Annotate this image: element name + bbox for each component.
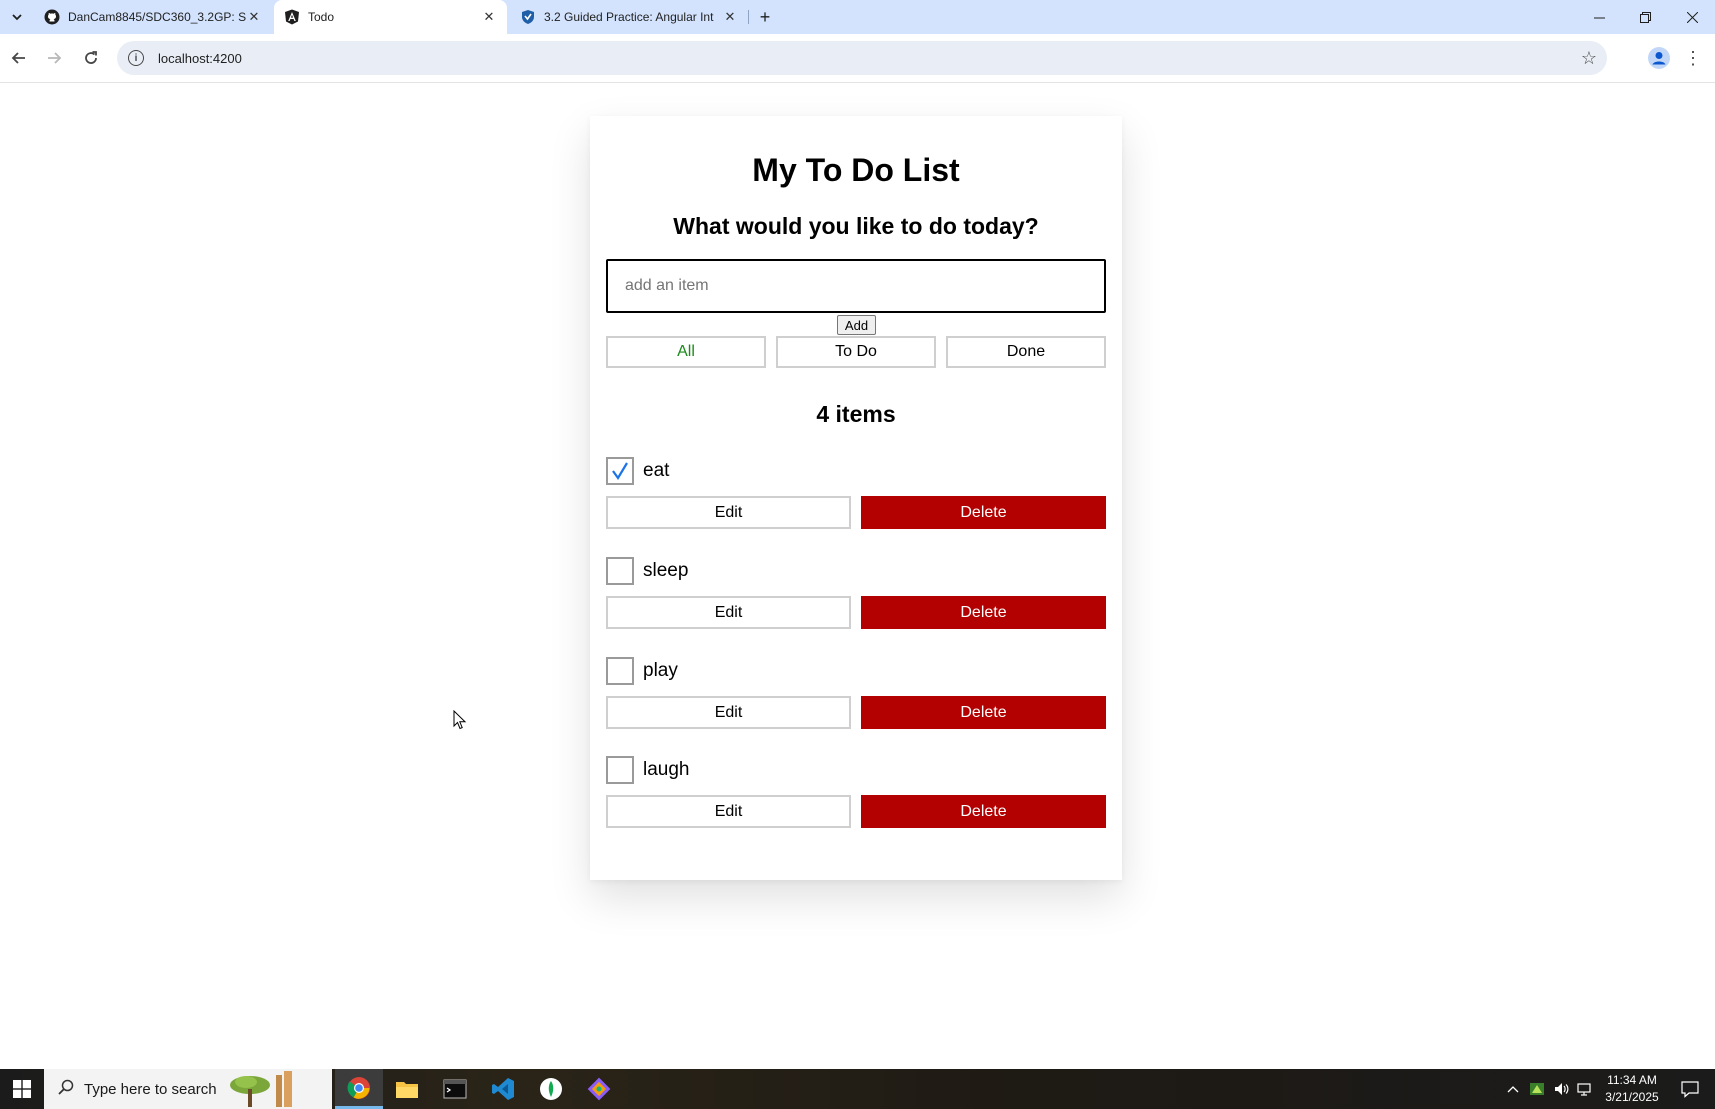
- filter-all-button[interactable]: All: [606, 336, 766, 368]
- close-tab-icon[interactable]: ✕: [722, 9, 738, 25]
- clock-date: 3/21/2025: [1605, 1090, 1659, 1104]
- notification-center-icon[interactable]: [1668, 1069, 1712, 1109]
- search-placeholder: Type here to search: [84, 1080, 217, 1098]
- clock-time: 11:34 AM: [1607, 1073, 1657, 1087]
- close-window-icon[interactable]: [1669, 0, 1715, 34]
- add-button[interactable]: Add: [837, 315, 876, 335]
- close-tab-icon[interactable]: ✕: [246, 9, 262, 25]
- tray-app-icon[interactable]: [1526, 1069, 1548, 1109]
- tab-guided-practice[interactable]: 3.2 Guided Practice: Angular Int ✕: [510, 0, 748, 34]
- item-description: play: [643, 660, 678, 681]
- item-checkbox[interactable]: [606, 557, 634, 585]
- page-title: My To Do List: [752, 152, 960, 188]
- filter-done-button[interactable]: Done: [946, 336, 1106, 368]
- item-description: laugh: [643, 759, 690, 780]
- tab-search-chevron-icon[interactable]: [6, 6, 28, 28]
- edit-button[interactable]: Edit: [606, 596, 851, 629]
- item-description: eat: [643, 460, 670, 481]
- tab-title: 3.2 Guided Practice: Angular Int: [544, 10, 714, 24]
- minimize-icon[interactable]: [1576, 0, 1622, 34]
- address-bar[interactable]: i localhost:4200 ☆: [117, 41, 1607, 75]
- taskbar-search-box[interactable]: Type here to search: [44, 1069, 332, 1109]
- profile-avatar-icon[interactable]: [1645, 44, 1673, 72]
- taskbar-file-explorer-icon[interactable]: [383, 1069, 431, 1109]
- add-item-input[interactable]: [606, 259, 1106, 313]
- github-icon: [44, 9, 60, 25]
- tray-overflow-chevron-icon[interactable]: [1502, 1069, 1524, 1109]
- taskbar-mongodb-compass-icon[interactable]: [527, 1069, 575, 1109]
- mouse-cursor-icon: [453, 709, 467, 735]
- item-checkbox[interactable]: [606, 657, 634, 685]
- shield-icon: [520, 9, 536, 25]
- item-description: sleep: [643, 560, 689, 581]
- taskbar-chrome-icon[interactable]: [335, 1069, 383, 1109]
- todo-card: My To Do List What would you like to do …: [590, 116, 1122, 880]
- todo-item: sleep Edit Delete: [606, 557, 1106, 637]
- tab-title: DanCam8845/SDC360_3.2GP: SD: [68, 10, 246, 24]
- speaker-icon[interactable]: [1550, 1069, 1572, 1109]
- bookmark-star-icon[interactable]: ☆: [1581, 48, 1597, 69]
- checkmark-icon: [612, 462, 628, 481]
- item-checkbox[interactable]: [606, 457, 634, 485]
- taskbar-clock[interactable]: 11:34 AM 3/21/2025: [1596, 1072, 1668, 1106]
- edit-button[interactable]: Edit: [606, 496, 851, 529]
- forward-arrow-icon[interactable]: [40, 44, 68, 72]
- windows-start-icon[interactable]: [0, 1069, 44, 1109]
- tab-separator: [748, 10, 749, 24]
- todo-item: eat Edit Delete: [606, 457, 1106, 537]
- back-arrow-icon[interactable]: [5, 44, 33, 72]
- restore-icon[interactable]: [1622, 0, 1668, 34]
- new-tab-plus-icon[interactable]: +: [753, 6, 777, 28]
- search-icon: [58, 1079, 74, 1100]
- filter-todo-button[interactable]: To Do: [776, 336, 936, 368]
- search-highlight-illustration: [224, 1071, 304, 1107]
- site-info-icon[interactable]: i: [128, 50, 144, 66]
- delete-button[interactable]: Delete: [861, 496, 1106, 529]
- delete-button[interactable]: Delete: [861, 696, 1106, 729]
- taskbar-terminal-icon[interactable]: [431, 1069, 479, 1109]
- browser-tab-strip: DanCam8845/SDC360_3.2GP: SD ✕ Todo ✕ 3.2…: [0, 0, 1715, 34]
- tab-github[interactable]: DanCam8845/SDC360_3.2GP: SD ✕: [34, 0, 272, 34]
- tab-title: Todo: [308, 10, 335, 24]
- edit-button[interactable]: Edit: [606, 795, 851, 828]
- browser-toolbar: i localhost:4200 ☆: [0, 34, 1715, 83]
- network-icon[interactable]: [1574, 1069, 1596, 1109]
- edit-button[interactable]: Edit: [606, 696, 851, 729]
- url-text: localhost:4200: [158, 50, 242, 66]
- item-checkbox[interactable]: [606, 756, 634, 784]
- taskbar-git-gui-icon[interactable]: [575, 1069, 623, 1109]
- more-menu-icon[interactable]: ⋮: [1683, 44, 1703, 72]
- todo-item: laugh Edit Delete: [606, 756, 1106, 836]
- taskbar-vscode-icon[interactable]: [479, 1069, 527, 1109]
- windows-taskbar: Type here to search 11:34 AM 3/21/2025: [0, 1069, 1715, 1109]
- prompt-heading: What would you like to do today?: [673, 213, 1039, 239]
- delete-button[interactable]: Delete: [861, 596, 1106, 629]
- item-count: 4 items: [816, 401, 896, 427]
- angular-icon: [284, 9, 300, 25]
- reload-icon[interactable]: [77, 44, 105, 72]
- delete-button[interactable]: Delete: [861, 795, 1106, 828]
- tab-todo[interactable]: Todo ✕: [274, 0, 507, 34]
- todo-item: play Edit Delete: [606, 657, 1106, 737]
- close-tab-icon[interactable]: ✕: [481, 9, 497, 25]
